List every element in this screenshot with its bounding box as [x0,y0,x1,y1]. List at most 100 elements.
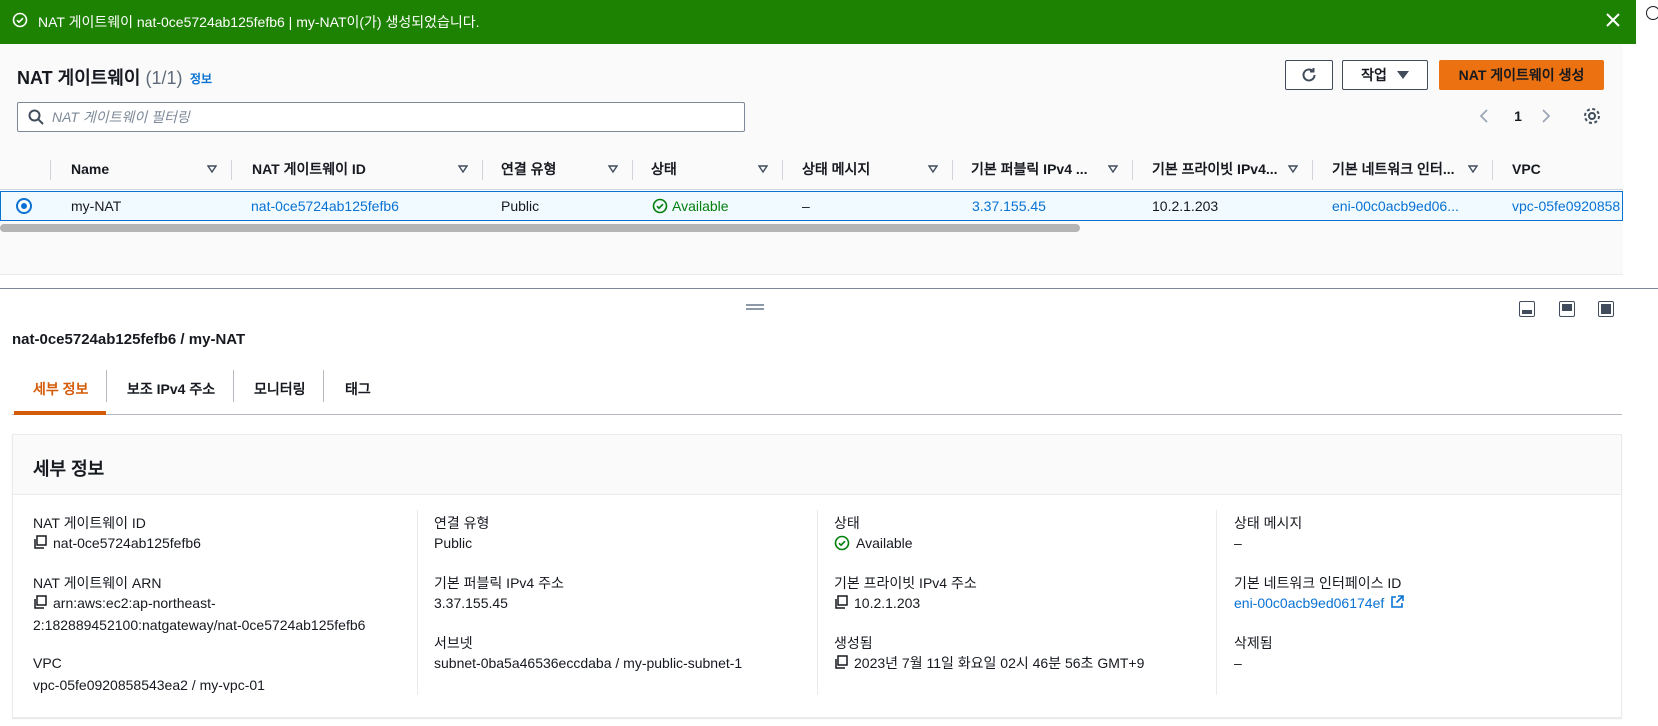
cell-state: Available [652,191,782,221]
sort-triangle-icon [608,164,618,174]
search-icon [28,109,44,125]
tab-monitoring[interactable]: 모니터링 [254,363,306,415]
private-ip-value: 10.2.1.203 [834,592,920,614]
state-label: 상태 [834,515,860,531]
column-header-state[interactable]: 상태 [651,148,782,190]
copy-icon[interactable] [33,595,47,609]
subnet-link[interactable]: subnet-0ba5a46536eccdaba / my-public-sub… [434,652,742,674]
column-header-state-message[interactable]: 상태 메시지 [802,148,952,190]
connectivity-value: Public [434,535,473,551]
chevron-right-icon[interactable] [1540,108,1552,124]
sort-triangle-icon [1108,164,1118,174]
tab-divider [233,370,234,402]
connectivity-label: 연결 유형 [434,515,490,531]
sort-triangle-icon [758,164,768,174]
column-header-vpc[interactable]: VPC [1512,148,1622,190]
state-text: Available [672,198,729,214]
sort-triangle-icon [928,164,938,174]
refresh-button[interactable] [1285,60,1333,90]
page-number[interactable]: 1 [1512,108,1524,124]
column-divider [817,510,818,695]
vpc-label: VPC [33,655,62,671]
column-header-connectivity[interactable]: 연결 유형 [501,148,632,190]
column-header-private-ip[interactable]: 기본 프라이빗 IPv4... [1152,148,1312,190]
nat-arn-label: NAT 게이트웨이 ARN [33,575,162,591]
sort-triangle-icon [1288,164,1298,174]
cell-public-ip-link[interactable]: 3.37.155.45 [972,191,1122,221]
copy-icon[interactable] [33,535,47,549]
nat-id-value: nat-0ce5724ab125fefb6 [33,532,201,554]
tab-divider [323,370,324,402]
copy-icon[interactable] [834,595,848,609]
column-divider [417,510,418,695]
column-header-name[interactable]: Name [71,148,231,190]
external-link-icon[interactable] [1390,595,1405,609]
drag-handle-icon[interactable] [746,304,764,310]
chevron-left-icon[interactable] [1478,108,1490,124]
nat-id-label: NAT 게이트웨이 ID [33,515,146,531]
column-divider [1312,160,1313,180]
cell-nat-id-link[interactable]: nat-0ce5724ab125fefb6 [251,191,471,221]
cell-name: my-NAT [71,198,122,214]
success-check-icon [12,12,28,28]
actions-dropdown-button[interactable]: 작업 [1342,60,1428,90]
copy-icon[interactable] [834,655,848,669]
column-header-public-ip[interactable]: 기본 퍼블릭 IPv4 ... [971,148,1132,190]
horizontal-scrollbar[interactable] [0,224,1080,232]
success-check-icon [834,535,850,551]
help-icon[interactable] [1646,6,1658,20]
public-ip-label: 기본 퍼블릭 IPv4 주소 [434,575,564,591]
success-check-icon [652,198,668,214]
column-divider [1492,160,1493,180]
create-nat-gateway-button[interactable]: NAT 게이트웨이 생성 [1439,60,1604,90]
success-flash-banner: NAT 게이트웨이 nat-0ce5724ab125fefb6 | my-NAT… [0,0,1636,44]
column-divider [1132,160,1133,180]
info-link[interactable]: 정보 [190,70,212,87]
column-header-nat-id[interactable]: NAT 게이트웨이 ID [252,148,482,190]
nat-arn-value-continued: 2:182889452100:natgateway/nat-0ce5724ab1… [33,617,366,633]
filter-box [17,102,745,132]
eni-label: 기본 네트워크 인터페이스 ID [1234,575,1402,591]
public-ip-link[interactable]: 3.37.155.45 [434,592,508,614]
column-divider [952,160,953,180]
eni-link[interactable]: eni-00c0acb9ed06174ef [1234,592,1384,614]
column-divider [1216,510,1217,695]
deleted-value: – [1234,655,1242,671]
split-panel-divider [0,288,1658,289]
column-header-network-interface[interactable]: 기본 네트워크 인터... [1332,148,1492,190]
column-divider [50,160,51,180]
refresh-icon [1300,66,1318,84]
sort-triangle-icon [1468,164,1478,174]
tab-details[interactable]: 세부 정보 [33,363,88,415]
sort-triangle-icon [207,164,217,174]
flash-message: NAT 게이트웨이 nat-0ce5724ab125fefb6 | my-NAT… [38,14,480,30]
panel-side-icon[interactable] [1559,301,1575,317]
cell-state-message: – [802,198,810,214]
tab-tags[interactable]: 태그 [345,363,371,415]
close-icon[interactable] [1604,11,1622,29]
cell-eni-link[interactable]: eni-00c0acb9ed06... [1332,191,1492,221]
state-message-label: 상태 메시지 [1234,515,1303,531]
cell-connectivity: Public [501,198,540,214]
active-tab-indicator [14,411,106,415]
eni-value: eni-00c0acb9ed06174ef [1234,592,1405,614]
cell-private-ip: 10.2.1.203 [1152,198,1219,214]
details-header [13,435,1621,495]
private-ip-label: 기본 프라이빗 IPv4 주소 [834,575,977,591]
column-divider [482,160,483,180]
state-message-value: – [1234,535,1242,551]
filter-input[interactable] [52,107,732,127]
panel-full-icon[interactable] [1598,301,1614,317]
row-select-radio[interactable] [16,198,32,214]
column-divider [632,160,633,180]
tab-divider [106,370,107,402]
cell-vpc-link[interactable]: vpc-05fe0920858 [1512,191,1622,221]
settings-gear-icon[interactable] [1583,107,1601,125]
panel-bottom-icon[interactable] [1519,301,1535,317]
tab-secondary-ipv4[interactable]: 보조 IPv4 주소 [127,363,215,415]
column-divider [231,160,232,180]
state-value: Available [834,532,913,554]
column-divider [782,160,783,180]
vpc-link[interactable]: vpc-05fe0920858543ea2 / my-vpc-01 [33,674,265,696]
actions-label: 작업 [1361,67,1387,83]
